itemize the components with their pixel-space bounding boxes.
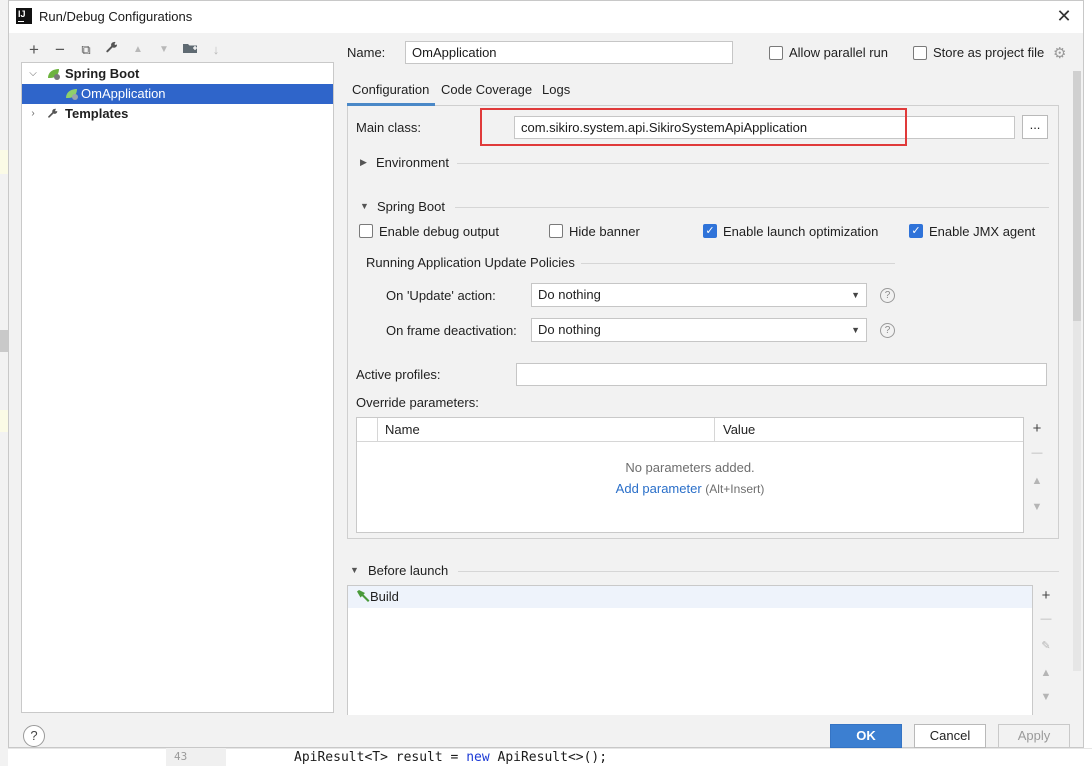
title-bar: IJ Run/Debug Configurations ✕ <box>9 1 1083 33</box>
tree-item-label: Spring Boot <box>65 66 140 81</box>
tree-item-templates[interactable]: › Templates <box>22 104 333 124</box>
browse-button[interactable]: ... <box>1022 115 1048 139</box>
enable-jmx-label: Enable JMX agent <box>929 224 1036 239</box>
column-name[interactable]: Name <box>385 422 420 437</box>
section-divider <box>581 263 895 264</box>
run-debug-dialog: IJ Run/Debug Configurations ✕ + − ⧉ ▲ ▼ … <box>8 0 1084 748</box>
spring-boot-icon <box>46 68 60 80</box>
copy-icon[interactable]: ⧉ <box>77 41 95 59</box>
cancel-button[interactable]: Cancel <box>914 724 986 748</box>
enable-launch-checkbox[interactable]: ✓ <box>703 224 717 238</box>
empty-text: No parameters added. <box>625 460 755 475</box>
dialog-title: Run/Debug Configurations <box>39 9 193 24</box>
on-update-label: On 'Update' action: <box>386 288 496 303</box>
tab-configuration[interactable]: Configuration <box>352 82 429 97</box>
enable-jmx-checkbox[interactable]: ✓ <box>909 224 923 238</box>
ok-button[interactable]: OK <box>830 724 902 748</box>
apply-button[interactable]: Apply <box>998 724 1070 748</box>
name-field[interactable]: OmApplication <box>405 41 733 64</box>
table-header: Name Value <box>357 418 1023 442</box>
add-icon[interactable]: + <box>1024 420 1050 437</box>
remove-icon[interactable]: — <box>1024 447 1050 459</box>
hide-banner-checkbox[interactable] <box>549 224 563 238</box>
on-update-select[interactable]: Do nothing ▼ <box>531 283 867 307</box>
before-launch-list: Build <box>347 585 1033 715</box>
parameters-table: Name Value No parameters added. Add para… <box>356 417 1024 533</box>
main-class-label: Main class: <box>356 120 422 135</box>
background-editor-edge <box>0 0 8 766</box>
active-profiles-label: Active profiles: <box>356 367 441 382</box>
help-button[interactable]: ? <box>23 725 45 747</box>
folder-icon[interactable] <box>181 41 199 59</box>
active-profiles-field[interactable] <box>516 363 1047 386</box>
on-frame-label: On frame deactivation: <box>386 323 517 338</box>
add-parameter-link[interactable]: Add parameter <box>616 481 702 496</box>
tree-item-spring-boot[interactable]: ⌵ Spring Boot <box>22 64 333 84</box>
tree-item-label: OmApplication <box>81 86 166 101</box>
column-value[interactable]: Value <box>723 422 755 437</box>
wrench-icon <box>46 108 60 120</box>
list-item[interactable]: Build <box>348 586 1032 608</box>
remove-icon[interactable]: — <box>1033 613 1059 625</box>
expand-down-icon[interactable]: ▼ <box>350 565 359 575</box>
gear-icon[interactable]: ⚙ <box>1053 44 1066 62</box>
tab-code-coverage[interactable]: Code Coverage <box>441 82 532 97</box>
add-icon[interactable]: + <box>1033 587 1059 604</box>
help-icon[interactable]: ? <box>880 323 895 338</box>
add-icon[interactable]: + <box>25 41 43 59</box>
enable-launch-label: Enable launch optimization <box>723 224 879 239</box>
dropdown-arrow-icon: ▼ <box>851 325 860 335</box>
name-label: Name: <box>347 45 386 60</box>
enable-debug-checkbox[interactable] <box>359 224 373 238</box>
move-down-icon[interactable]: ▼ <box>1033 691 1059 703</box>
spring-boot-section[interactable]: Spring Boot <box>377 199 445 214</box>
chevron-right-icon[interactable]: › <box>28 104 38 124</box>
expand-right-icon[interactable]: ▶ <box>360 157 367 168</box>
on-frame-select[interactable]: Do nothing ▼ <box>531 318 867 342</box>
shortcut-hint: (Alt+Insert) <box>705 482 765 496</box>
move-down-icon[interactable]: ▼ <box>155 41 173 59</box>
move-up-icon[interactable]: ▲ <box>1033 667 1059 679</box>
list-item-label: Build <box>370 589 399 604</box>
before-launch-label[interactable]: Before launch <box>368 563 448 578</box>
allow-parallel-checkbox[interactable] <box>769 46 783 60</box>
store-project-checkbox[interactable] <box>913 46 927 60</box>
expand-down-icon[interactable]: ▼ <box>360 201 369 211</box>
background-line-number: 43 <box>166 748 226 766</box>
edit-pencil-icon[interactable]: ✎ <box>1033 639 1059 652</box>
move-down-icon[interactable]: ▼ <box>1024 501 1050 513</box>
sort-icon[interactable]: ↓ <box>207 41 225 59</box>
close-icon[interactable]: ✕ <box>1053 6 1075 28</box>
spring-app-icon <box>64 88 78 100</box>
before-launch-toolbar: + — ✎ ▲ ▼ <box>1033 585 1059 715</box>
hide-banner-label: Hide banner <box>569 224 640 239</box>
move-up-icon[interactable]: ▲ <box>1024 475 1050 487</box>
tree-item-label: Templates <box>65 106 129 121</box>
move-up-icon[interactable]: ▲ <box>129 41 147 59</box>
section-divider <box>458 571 1059 572</box>
tree-item-omapplication[interactable]: OmApplication <box>22 84 333 104</box>
help-icon[interactable]: ? <box>880 288 895 303</box>
configuration-tree: ⌵ Spring Boot OmApplication › Templates <box>21 62 334 713</box>
dropdown-arrow-icon: ▼ <box>851 290 860 300</box>
intellij-app-icon: IJ <box>16 8 32 24</box>
enable-debug-label: Enable debug output <box>379 224 499 239</box>
environment-section[interactable]: Environment <box>376 155 449 170</box>
section-divider <box>457 163 1049 164</box>
allow-parallel-label: Allow parallel run <box>789 45 888 60</box>
policies-label: Running Application Update Policies <box>366 255 575 270</box>
highlight-box <box>480 108 907 146</box>
wrench-icon[interactable] <box>103 41 121 59</box>
tab-logs[interactable]: Logs <box>542 82 570 97</box>
scrollbar-thumb[interactable] <box>1073 71 1081 321</box>
background-code-line: ApiResult<T> result = new ApiResult<>(); <box>294 750 608 765</box>
store-project-label: Store as project file <box>933 45 1045 60</box>
parameters-toolbar: + — ▲ ▼ <box>1024 417 1050 533</box>
chevron-down-icon[interactable]: ⌵ <box>28 64 38 84</box>
override-parameters-label: Override parameters: <box>356 395 479 410</box>
remove-icon[interactable]: − <box>51 41 69 59</box>
section-divider <box>455 207 1049 208</box>
